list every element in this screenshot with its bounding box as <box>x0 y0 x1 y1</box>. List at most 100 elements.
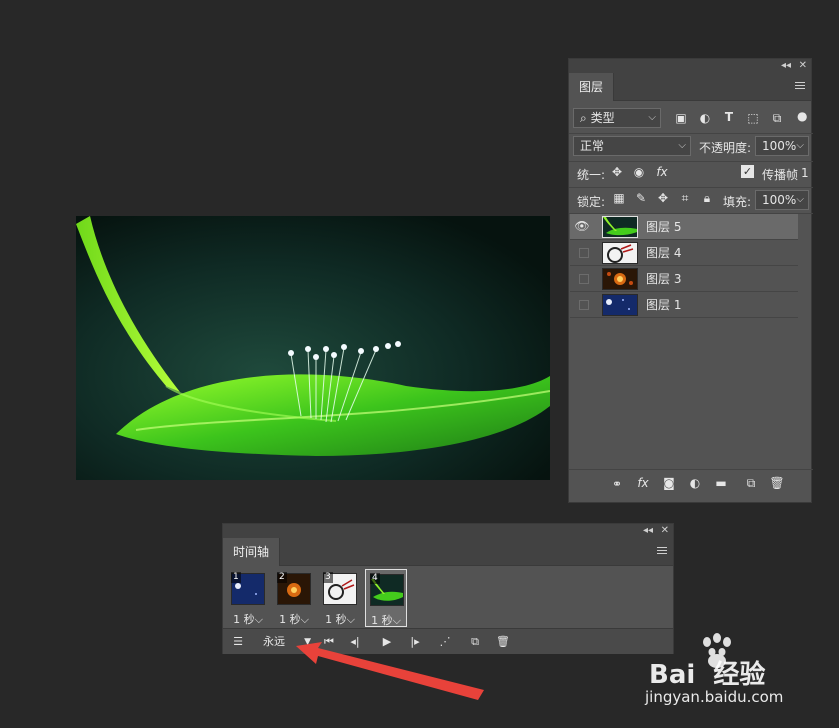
propagate-value: 1 <box>801 166 809 180</box>
new-layer-icon[interactable]: ⧉ <box>743 476 759 491</box>
layer-style-icon[interactable]: fx <box>635 476 651 490</box>
frame-duration-value: 1 秒 <box>233 613 255 626</box>
frame-number: 2 <box>277 572 287 583</box>
frame-duration-value: 1 秒 <box>279 613 301 626</box>
frame-duration-value: 1 秒 <box>371 614 393 627</box>
delete-layer-icon[interactable]: 🗑︎ <box>769 476 785 490</box>
frame-number: 3 <box>323 572 333 583</box>
blend-mode-value: 正常 <box>580 139 605 153</box>
collapse-panel-icon[interactable]: ◂◂ <box>781 59 791 73</box>
loop-options-select[interactable]: 永远 ▼ <box>257 631 315 653</box>
layers-panel-topbar: ◂◂ ✕ <box>569 59 811 73</box>
document-canvas[interactable] <box>76 216 550 480</box>
lock-paint-icon[interactable]: ✎ <box>633 191 649 205</box>
layer-thumbnail-leaf <box>602 216 638 238</box>
frame-duration[interactable]: 1 秒⌵ <box>366 612 406 628</box>
lock-all-icon[interactable]: 🔒︎ <box>699 191 715 206</box>
timeline-frame[interactable]: 3 1 秒⌵ <box>319 569 361 627</box>
frame-duration[interactable]: 1 秒⌵ <box>227 611 269 627</box>
convert-to-video-timeline-icon[interactable]: ☰ <box>227 631 249 653</box>
layer-filter-select[interactable]: ⌕ 类型 ⌵ <box>573 108 661 128</box>
link-layers-icon[interactable]: ⚭ <box>609 477 625 491</box>
layer-row[interactable]: 图层 4 <box>570 240 798 266</box>
timeline-frame[interactable]: 1 1 秒⌵ <box>227 569 269 627</box>
blend-mode-select[interactable]: 正常 ⌵ <box>573 136 691 156</box>
opacity-value: 100% <box>762 139 797 153</box>
eye-icon[interactable]: 👁︎ <box>574 218 590 234</box>
frame-duration-value: 1 秒 <box>325 613 347 626</box>
close-panel-icon[interactable]: ✕ <box>661 524 669 538</box>
chevron-down-icon: ⌵ <box>254 613 263 626</box>
chevron-down-icon: ⌵ <box>796 140 804 151</box>
panel-menu-icon[interactable] <box>657 547 667 555</box>
frame-strip: 1 1 秒⌵ 2 1 秒⌵ 3 1 秒⌵ 4 1 秒⌵ <box>227 569 667 627</box>
layer-list: 👁︎ 图层 5 图层 4 图层 3 图层 1 <box>569 214 813 474</box>
next-frame-icon[interactable]: |▸ <box>405 631 425 653</box>
fill-value: 100% <box>762 193 797 207</box>
new-adjustment-icon[interactable]: ◐ <box>687 476 703 490</box>
first-frame-icon[interactable]: ⏮︎ <box>319 631 339 653</box>
new-group-icon[interactable]: ▬ <box>713 476 729 490</box>
filter-adjustment-icon[interactable]: ◐ <box>697 111 713 125</box>
timeline-panel-topbar: ◂◂ ✕ <box>223 524 673 538</box>
filter-smart-object-icon[interactable]: ⧉ <box>769 111 785 126</box>
layer-row[interactable]: 图层 1 <box>570 292 798 318</box>
previous-frame-icon[interactable]: ◂| <box>345 631 365 653</box>
timeline-panel: ◂◂ ✕ 时间轴 1 1 秒⌵ 2 1 秒⌵ 3 1 秒⌵ 4 1 秒⌵ ☰ 永… <box>222 523 674 654</box>
filter-shape-icon[interactable]: ⬚ <box>745 111 761 125</box>
layer-name: 图层 1 <box>646 298 682 312</box>
layers-panel: ◂◂ ✕ 图层 ⌕ 类型 ⌵ ▣ ◐ T ⬚ ⧉ ● 正常 ⌵ 不透明度: 10… <box>568 58 813 503</box>
layer-row[interactable]: 图层 3 <box>570 266 798 292</box>
tab-timeline[interactable]: 时间轴 <box>223 538 281 566</box>
filter-toggle-icon[interactable]: ● <box>797 109 807 123</box>
opacity-label: 不透明度: <box>699 141 752 155</box>
layer-name: 图层 4 <box>646 246 682 260</box>
panel-menu-icon[interactable] <box>795 82 805 90</box>
filter-type-icon[interactable]: T <box>721 110 737 124</box>
timeline-tabbar: 时间轴 <box>223 538 673 566</box>
visibility-toggle[interactable] <box>579 274 589 284</box>
fill-field[interactable]: 100% ⌵ <box>755 190 809 210</box>
baidu-jingyan-watermark: Bai 经验 jingyan.baidu.com <box>645 628 835 718</box>
unify-style-icon[interactable]: fx <box>653 165 671 179</box>
unify-position-icon[interactable]: ✥ <box>609 165 625 179</box>
opacity-field[interactable]: 100% ⌵ <box>755 136 809 156</box>
layer-thumbnail-fireworks <box>602 268 638 290</box>
chevron-down-icon: ⌵ <box>300 613 309 626</box>
visibility-toggle[interactable] <box>579 300 589 310</box>
chevron-down-icon: ⌵ <box>346 613 355 626</box>
add-mask-icon[interactable]: ◙ <box>661 476 677 490</box>
chevron-down-icon: ⌵ <box>678 140 686 151</box>
visibility-toggle[interactable] <box>579 248 589 258</box>
timeline-frame[interactable]: 4 1 秒⌵ <box>365 569 407 627</box>
layer-filter-value: 类型 <box>590 111 615 125</box>
propagate-checkbox[interactable]: ✓ <box>741 165 754 178</box>
layer-row[interactable]: 👁︎ 图层 5 <box>570 214 798 240</box>
close-panel-icon[interactable]: ✕ <box>799 59 807 73</box>
propagate-label: 传播帧 <box>762 168 799 182</box>
filter-image-icon[interactable]: ▣ <box>673 111 689 125</box>
chevron-down-icon: ⌵ <box>796 194 804 205</box>
watermark-url: jingyan.baidu.com <box>645 688 784 706</box>
tween-icon[interactable]: ⋰ <box>435 631 455 653</box>
delete-frame-icon[interactable]: 🗑︎ <box>493 631 513 653</box>
lock-artboard-icon[interactable]: ⌗ <box>677 191 693 206</box>
collapse-panel-icon[interactable]: ◂◂ <box>643 524 653 538</box>
lock-transparent-icon[interactable]: ▦ <box>611 191 627 205</box>
lock-position-icon[interactable]: ✥ <box>655 191 671 205</box>
layers-tabbar: 图层 <box>569 73 811 101</box>
layer-name: 图层 5 <box>646 220 682 234</box>
loop-value: 永远 <box>263 635 285 648</box>
layer-thumbnail-night-sky <box>602 294 638 316</box>
frame-duration[interactable]: 1 秒⌵ <box>273 611 315 627</box>
unify-visibility-icon[interactable]: ◉ <box>631 165 647 179</box>
layer-name: 图层 3 <box>646 272 682 286</box>
tab-layers[interactable]: 图层 <box>569 73 615 101</box>
duplicate-frame-icon[interactable]: ⧉ <box>465 631 485 653</box>
triangle-down-icon: ▼ <box>304 637 311 647</box>
frame-duration[interactable]: 1 秒⌵ <box>319 611 361 627</box>
timeline-frame[interactable]: 2 1 秒⌵ <box>273 569 315 627</box>
chevron-down-icon: ⌵ <box>392 614 401 627</box>
chevron-down-icon: ⌵ <box>648 112 656 123</box>
play-icon[interactable]: ▶ <box>377 631 397 653</box>
